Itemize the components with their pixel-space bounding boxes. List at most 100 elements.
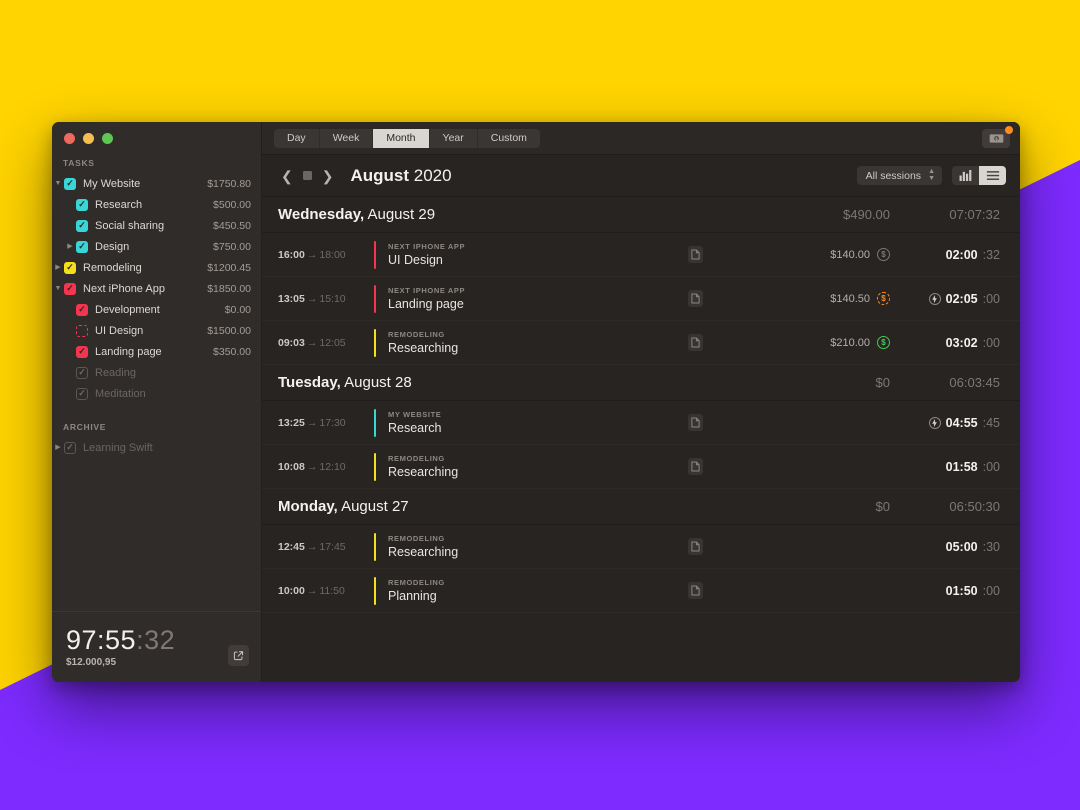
minimize-button[interactable] [83,133,94,144]
session-note-button[interactable] [687,290,703,307]
task-checkbox[interactable]: ✓ [76,303,88,316]
session-end: 18:00 [319,248,346,261]
session-note-button[interactable] [687,414,703,431]
sidebar-task-item[interactable]: ✓ Social sharing $450.50 [52,215,261,236]
task-checkbox[interactable]: ✓ [64,261,76,274]
task-checkbox[interactable]: ✓ [76,345,88,358]
task-amount: $1500.00 [207,324,251,337]
period-segmented-control[interactable]: Day Week Month Year Custom [274,128,540,148]
task-label: Design [95,240,130,253]
close-button[interactable] [64,133,75,144]
sessions-list[interactable]: Wednesday, August 29 $490.00 07:07:32 16… [262,197,1020,682]
task-checkbox[interactable]: ✓ [76,387,88,400]
task-checkbox[interactable]: ✓ [64,441,76,454]
billable-badge[interactable]: $ [877,292,890,305]
session-time-range: 09:03 → 12:05 [278,337,374,349]
task-checkbox[interactable]: ✓ [64,282,76,295]
task-checkbox[interactable]: ✓ [76,219,88,232]
sidebar-task-item[interactable]: ▼ ✓ Next iPhone App $1850.00 [52,278,261,299]
session-row[interactable]: 09:03 → 12:05 REMODELING Researching $210.… [262,321,1020,365]
project-color-bar [374,284,376,313]
segment-week[interactable]: Week [320,128,374,148]
sidebar-task-item[interactable]: ▶ ✓ Design $750.00 [52,236,261,257]
session-amount: $210.00 [830,336,870,349]
money-button[interactable]: $ [982,125,1013,148]
session-row[interactable]: 10:08 → 12:10 REMODELING Researching 01:58… [262,445,1020,489]
note-icon [690,293,700,304]
segment-day[interactable]: Day [274,128,320,148]
session-start: 10:08 [278,460,305,473]
session-row[interactable]: 12:45 → 17:45 REMODELING Researching 05:00… [262,525,1020,569]
task-checkbox[interactable]: ✓ [64,177,76,190]
sidebar-task-item[interactable]: ✓ Development $0.00 [52,299,261,320]
sessions-filter-select[interactable]: All sessions ▲ ▼ [856,166,942,185]
view-toggle[interactable] [952,166,1006,185]
maximize-button[interactable] [102,133,113,144]
disclosure-triangle-icon[interactable]: ▶ [64,243,76,250]
session-task: Researching [388,545,459,559]
session-end: 11:50 [319,584,345,597]
list-icon [986,171,999,180]
session-amount-group: $210.00 $ [770,336,890,349]
stop-square-icon[interactable] [302,171,312,180]
view-chart-button[interactable] [952,166,979,185]
session-note-button[interactable] [687,582,703,599]
session-duration: 01:58:00 [890,460,1000,474]
view-list-button[interactable] [979,166,1006,185]
sidebar-task-item[interactable]: UI Design $1500.00 [52,320,261,341]
task-checkbox[interactable]: ✓ [76,240,88,253]
task-checkbox[interactable]: ✓ [76,366,88,379]
sidebar: TASKS ▼ ✓ My Website $1750.80 ✓ Research… [52,122,262,682]
disclosure-triangle-icon[interactable]: ▼ [52,180,64,187]
disclosure-triangle-icon[interactable]: ▶ [52,444,64,451]
project-color-bar [374,240,376,269]
task-amount: $350.00 [213,345,251,358]
session-row[interactable]: 16:00 → 18:00 NEXT IPHONE APP UI Design $1… [262,233,1020,277]
archive-section-header: ARCHIVE [63,422,107,432]
disclosure-triangle-icon[interactable]: ▶ [52,264,64,271]
session-row[interactable]: 10:00 → 11:50 REMODELING Planning 01:50:00 [262,569,1020,613]
archive-list: ▶ ✓ Learning Swift [52,437,261,458]
day-date: August 27 [337,498,409,515]
next-period-button[interactable]: ❯ [317,169,339,183]
session-row[interactable]: 13:25 → 17:30 MY WEBSITE Research 04:55:45 [262,401,1020,445]
session-note-wrapper [620,538,770,555]
session-task: Planning [388,589,437,603]
arrow-right-icon: → [306,248,318,261]
export-button[interactable] [228,645,249,666]
sidebar-task-item[interactable]: ✓ Meditation [52,383,261,404]
session-project: REMODELING [388,330,445,339]
session-task: Researching [388,465,459,479]
session-row[interactable]: 13:05 → 15:10 NEXT IPHONE APP Landing page… [262,277,1020,321]
session-note-button[interactable] [687,458,703,475]
disclosure-triangle-icon[interactable]: ▼ [52,285,64,292]
archive-item[interactable]: ▶ ✓ Learning Swift [52,437,261,458]
billable-badge[interactable]: $ [877,336,890,349]
task-label: My Website [83,177,141,190]
sidebar-task-item[interactable]: ▼ ✓ My Website $1750.80 [52,173,261,194]
session-duration: 01:50:00 [890,584,1000,598]
session-note-button[interactable] [687,538,703,555]
segment-month[interactable]: Month [373,128,430,148]
billable-badge[interactable]: $ [877,248,890,261]
total-timer-sep: : [136,624,145,655]
arrow-right-icon: → [306,292,318,305]
sidebar-task-item[interactable]: ✓ Research $500.00 [52,194,261,215]
sidebar-task-item[interactable]: ✓ Reading [52,362,261,383]
day-total-duration: 07:07:32 [949,207,1000,222]
task-checkbox[interactable]: ✓ [76,198,88,211]
segment-year[interactable]: Year [430,128,478,148]
arrow-right-icon: → [306,540,318,553]
session-amount-group: $140.00 $ [770,248,890,261]
task-amount: $1750.80 [207,177,251,190]
task-checkbox[interactable] [76,324,88,337]
prev-period-button[interactable]: ❮ [276,169,298,183]
session-task: Landing page [388,297,464,311]
session-note-button[interactable] [687,246,703,263]
window-traffic-lights [52,122,261,144]
segment-custom[interactable]: Custom [478,129,540,148]
session-note-button[interactable] [687,334,703,351]
sidebar-task-item[interactable]: ▶ ✓ Remodeling $1200.45 [52,257,261,278]
sidebar-task-item[interactable]: ✓ Landing page $350.00 [52,341,261,362]
task-label: Meditation [95,387,146,400]
